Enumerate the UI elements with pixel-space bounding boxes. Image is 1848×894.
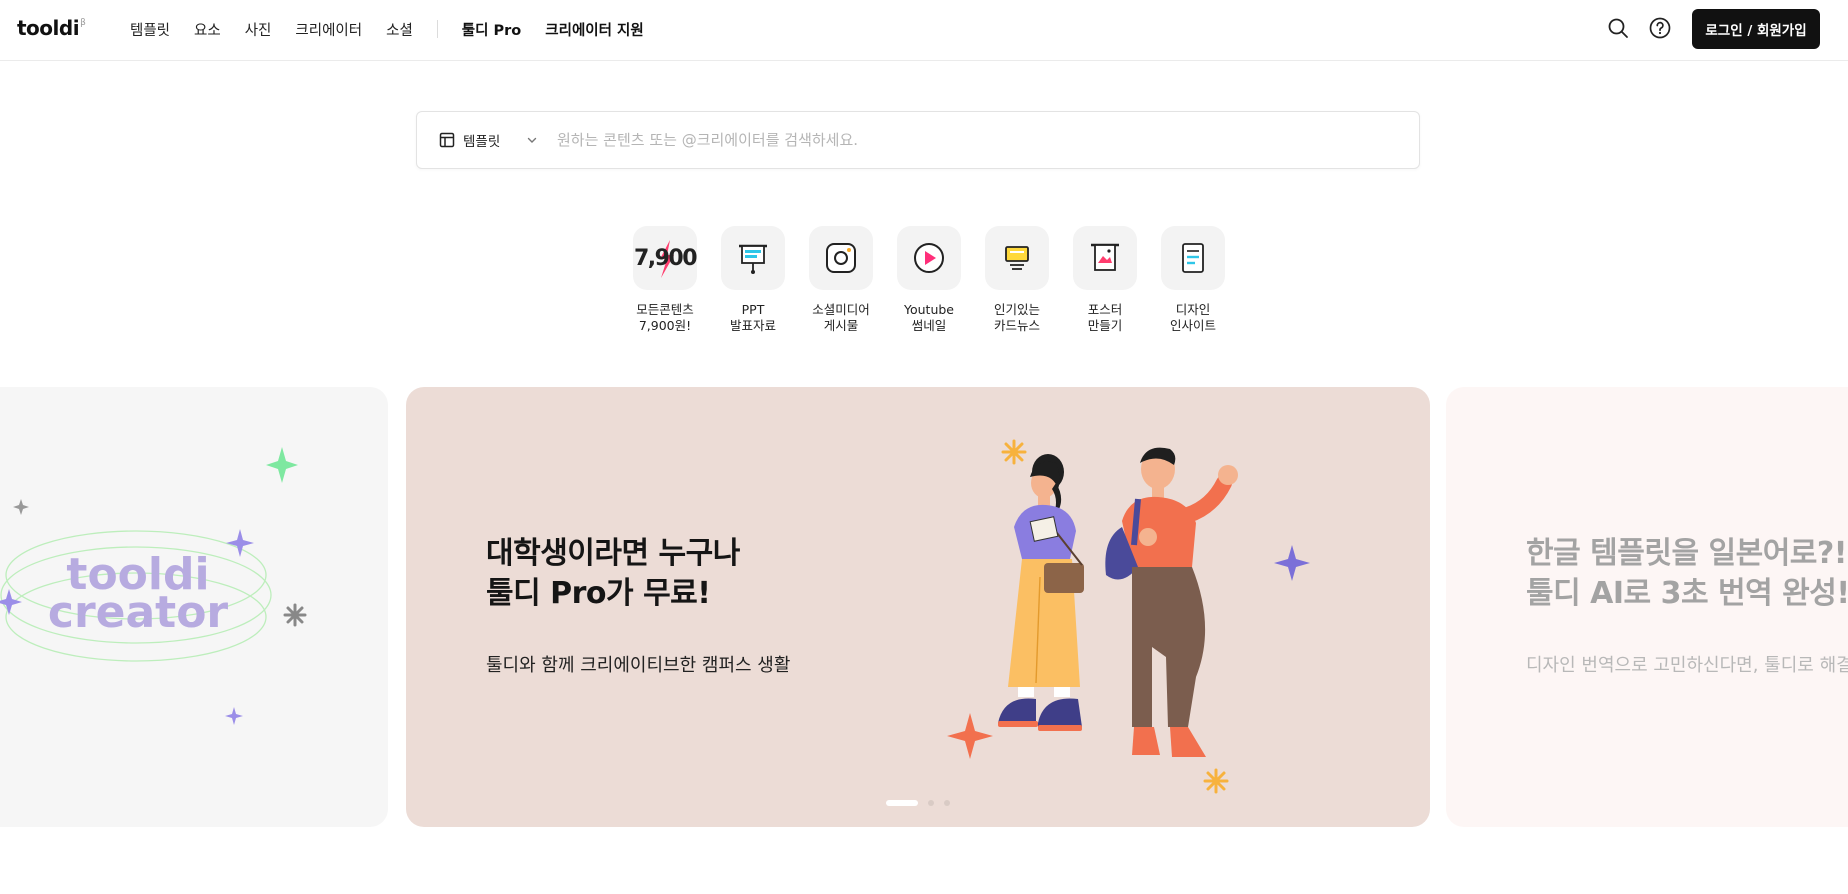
price-badge-text: 7,900: [634, 246, 697, 271]
logo-text: tooldi: [17, 16, 80, 40]
logo-beta-mark: β: [80, 18, 86, 28]
quick-item-poster[interactable]: 포스터 만들기: [1061, 226, 1149, 334]
design-insight-icon: [1161, 226, 1225, 290]
quick-item-label: 모든콘텐츠 7,900원!: [636, 302, 694, 333]
instagram-icon: [809, 226, 873, 290]
quick-item-design-insight[interactable]: 디자인 인사이트: [1149, 226, 1237, 334]
quick-item-all-content-7900[interactable]: 7,900 모든콘텐츠 7,900원!: [621, 226, 709, 334]
nav-item-elements[interactable]: 요소: [194, 19, 221, 40]
quick-item-label: 포스터 만들기: [1087, 302, 1123, 333]
search-category-label: 템플릿: [463, 134, 501, 150]
nav-item-social[interactable]: 소셜: [386, 19, 413, 40]
main-nav: 템플릿 요소 사진 크리에이터 소셜 툴디 Pro 크리에이터 지원: [130, 0, 668, 58]
carousel-dot-3[interactable]: [944, 800, 950, 806]
quick-item-social-media[interactable]: 소셜미디어 게시물: [797, 226, 885, 334]
carousel-dot-2[interactable]: [928, 800, 934, 806]
carousel-dot-1[interactable]: [886, 800, 918, 806]
nav-item-tooldi-pro[interactable]: 툴디 Pro: [462, 19, 521, 40]
slide-subtitle: 툴디와 함께 크리에이티브한 캠퍼스 생활: [486, 655, 791, 676]
chevron-down-icon: [528, 137, 537, 143]
quick-item-label: Youtube 썸네일: [904, 302, 954, 333]
tooldi-creator-illustration: tooldi creator: [0, 447, 307, 725]
search-input[interactable]: [557, 124, 1397, 156]
quick-item-label: 인기있는 카드뉴스: [993, 302, 1040, 333]
nav-item-creator-support[interactable]: 크리에이터 지원: [545, 19, 643, 40]
carousel-slide-main[interactable]: 대학생이라면 누구나 툴디 Pro가 무료! 툴디와 함께 크리에이티브한 캠퍼…: [406, 387, 1430, 827]
nav-item-templates[interactable]: 템플릿: [130, 19, 170, 40]
help-icon[interactable]: [1648, 16, 1672, 40]
top-header: tooldiβ 템플릿 요소 사진 크리에이터 소셜 툴디 Pro 크리에이터 …: [0, 0, 1848, 61]
poster-icon: [1073, 226, 1137, 290]
search-bar: 템플릿: [416, 111, 1420, 169]
nav-divider: [436, 20, 438, 38]
search-icon[interactable]: [1606, 16, 1630, 40]
card-news-icon: [985, 226, 1049, 290]
quick-item-youtube-thumbnail[interactable]: Youtube 썸네일: [885, 226, 973, 334]
carousel-pagination: [886, 800, 960, 806]
slide-title: 한글 템플릿을 일본어로?! 툴디 AI로 3초 번역 완성!: [1526, 536, 1848, 611]
quick-category-list: 7,900 모든콘텐츠 7,900원! PPT 발표자료 소셜미디어 게시물 Yout…: [621, 226, 1237, 334]
tooldi-logo[interactable]: tooldiβ: [17, 16, 86, 40]
slide-subtitle: 디자인 번역으로 고민하신다면, 툴디로 해결: [1526, 655, 1848, 676]
login-signup-button[interactable]: 로그인 / 회원가입: [1692, 9, 1820, 49]
nav-item-creators[interactable]: 크리에이터: [295, 19, 362, 40]
quick-item-ppt[interactable]: PPT 발표자료: [709, 226, 797, 334]
students-illustration: [947, 439, 1310, 794]
quick-item-label: 디자인 인사이트: [1169, 302, 1216, 333]
carousel-slide-prev[interactable]: tooldi creator: [0, 387, 388, 827]
price-7900-icon: 7,900: [633, 226, 697, 290]
quick-item-label: PPT 발표자료: [729, 302, 776, 333]
slide-title: 대학생이라면 누구나 툴디 Pro가 무료!: [486, 536, 740, 611]
presentation-icon: [721, 226, 785, 290]
carousel-slide-next[interactable]: 한글 템플릿을 일본어로?! 툴디 AI로 3초 번역 완성! 디자인 번역으로…: [1446, 387, 1848, 827]
nav-item-photos[interactable]: 사진: [245, 19, 272, 40]
quick-item-card-news[interactable]: 인기있는 카드뉴스: [973, 226, 1061, 334]
template-layout-icon: [439, 132, 455, 148]
search-category-dropdown[interactable]: 템플릿: [439, 112, 538, 168]
creator-logo-line2: creator: [48, 587, 229, 638]
quick-item-label: 소셜미디어 게시물: [812, 302, 870, 333]
youtube-play-icon: [897, 226, 961, 290]
